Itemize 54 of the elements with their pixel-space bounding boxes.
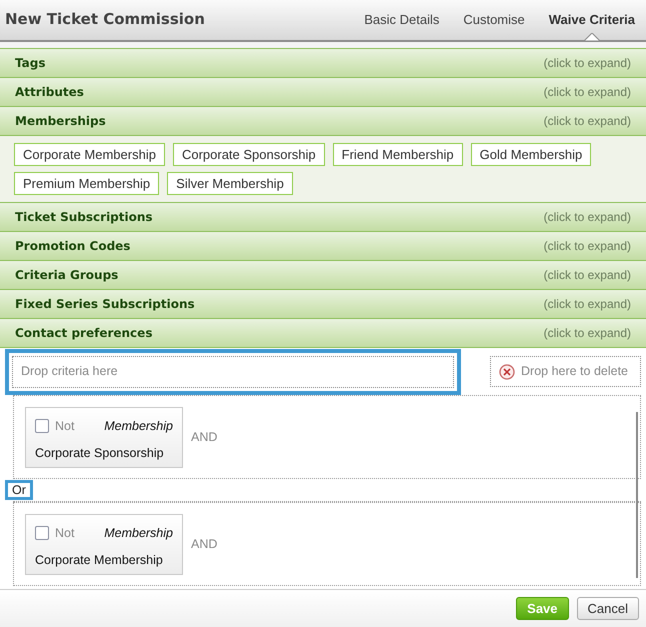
membership-chip[interactable]: Gold Membership	[470, 143, 592, 166]
section-title: Ticket Subscriptions	[15, 209, 153, 226]
not-checkbox[interactable]	[35, 418, 49, 433]
section-title: Memberships	[15, 113, 106, 130]
expand-hint: (click to expand)	[544, 296, 631, 313]
section-header[interactable]: Fixed Series Subscriptions (click to expand)	[0, 290, 646, 319]
criterion-type: Membership	[104, 418, 173, 435]
expand-hint: (click to expand)	[544, 113, 631, 130]
criterion-type: Membership	[104, 524, 173, 542]
membership-chip[interactable]: Corporate Sponsorship	[172, 143, 325, 166]
not-checkbox[interactable]	[35, 526, 49, 540]
criterion-value: Corporate Sponsorship	[35, 445, 165, 462]
membership-chip[interactable]: Friend Membership	[332, 143, 463, 166]
section-header[interactable]: Criteria Groups (click to expand)	[0, 261, 646, 290]
section-header[interactable]: Ticket Subscriptions (click to expand)	[0, 203, 646, 232]
membership-chip[interactable]: Silver Membership	[167, 172, 293, 195]
drop-zone[interactable]: Drop criteria here	[5, 348, 461, 394]
expand-hint: (click to expand)	[544, 55, 631, 72]
section-title: Tags	[15, 55, 46, 72]
cancel-button[interactable]: Cancel	[576, 597, 639, 620]
expand-hint: (click to expand)	[544, 267, 631, 284]
not-label: Not	[55, 418, 74, 434]
section-title: Criteria Groups	[15, 267, 118, 284]
criterion-card[interactable]: Not Membership Corporate Membership	[25, 514, 183, 574]
tab[interactable]: Waive Criteria	[548, 10, 635, 29]
expand-hint: (click to expand)	[544, 325, 631, 342]
delete-label: Drop here to delete	[521, 363, 628, 380]
membership-chip[interactable]: Premium Membership	[14, 172, 160, 195]
criterion-value: Corporate Membership	[35, 552, 164, 570]
delete-zone[interactable]: Drop here to delete	[490, 356, 641, 387]
drop-placeholder: Drop criteria here	[21, 363, 118, 380]
section-title: Fixed Series Subscriptions	[15, 296, 195, 313]
tab[interactable]: Basic Details	[364, 10, 440, 29]
expand-hint: (click to expand)	[544, 238, 631, 255]
scrollbar[interactable]	[636, 412, 638, 578]
or-label: Or	[5, 480, 33, 500]
delete-icon	[499, 364, 515, 380]
section-title: Contact preferences	[15, 325, 152, 342]
and-label: AND	[191, 428, 218, 446]
section-header[interactable]: Promotion Codes (click to expand)	[0, 232, 646, 261]
section-header[interactable]: Memberships (click to expand)	[0, 107, 646, 136]
and-label: AND	[191, 536, 218, 553]
criterion-card[interactable]: Not Membership Corporate Sponsorship	[25, 406, 183, 468]
expand-hint: (click to expand)	[544, 209, 631, 226]
section-header[interactable]: Tags (click to expand)	[0, 49, 646, 78]
section-header[interactable]: Contact preferences (click to expand)	[0, 319, 646, 348]
section-title: Promotion Codes	[15, 238, 130, 255]
section-header[interactable]: Attributes (click to expand)	[0, 78, 646, 107]
expand-hint: (click to expand)	[544, 84, 631, 101]
tab[interactable]: Customise	[463, 10, 525, 29]
section-title: Attributes	[15, 84, 84, 101]
membership-chip[interactable]: Corporate Membership	[14, 143, 165, 166]
window-title: New Ticket Commission	[5, 8, 205, 30]
not-label: Not	[55, 524, 74, 542]
